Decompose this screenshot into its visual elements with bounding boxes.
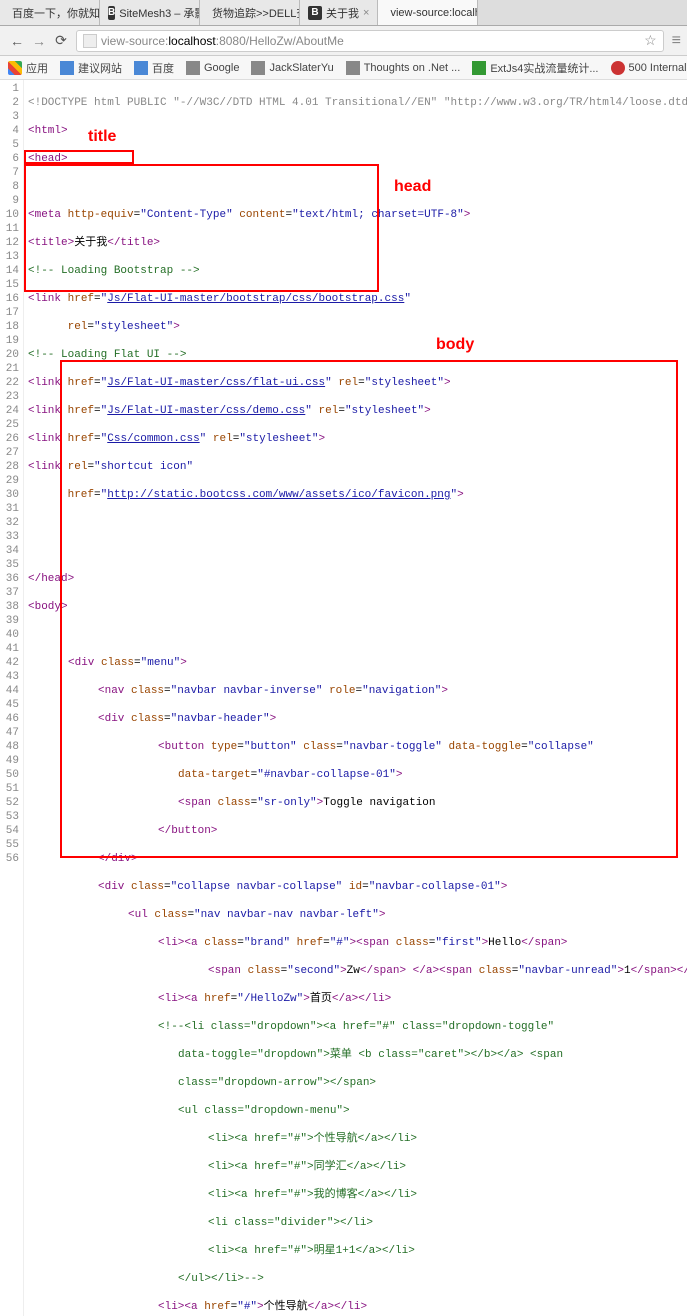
bm-item[interactable]: Thoughts on .Net ... xyxy=(346,61,461,75)
bm-item[interactable]: JackSlaterYu xyxy=(251,61,333,75)
tab-viewsource[interactable]: view-source:localhost:8× xyxy=(378,0,478,25)
favicon: B xyxy=(108,6,115,20)
reload-button[interactable]: ⟳ xyxy=(50,30,72,52)
tab-sitemesh[interactable]: BSiteMesh3 – 承影剑 - 博× xyxy=(100,0,200,25)
bm-item[interactable]: Google xyxy=(186,61,239,75)
url-input[interactable]: view-source:localhost:8080/HelloZw/About… xyxy=(76,30,664,52)
tab-close-icon[interactable]: × xyxy=(363,7,369,19)
site-icon xyxy=(251,61,265,75)
line-gutter: 12345678910 11121314151617181920 2122232… xyxy=(0,80,24,1316)
back-button[interactable]: ← xyxy=(6,30,28,52)
menu-icon[interactable]: ≡ xyxy=(672,32,681,50)
bm-item[interactable]: 建议网站 xyxy=(60,60,122,76)
tab-baidu[interactable]: 百度一下，你就知道× xyxy=(0,0,100,25)
site-icon xyxy=(134,61,148,75)
site-icon xyxy=(186,61,200,75)
apps-icon xyxy=(8,61,22,75)
address-bar: ← → ⟳ view-source:localhost:8080/HelloZw… xyxy=(0,26,687,56)
site-icon xyxy=(611,61,625,75)
source-view: 12345678910 11121314151617181920 2122232… xyxy=(0,80,687,1316)
bm-item[interactable]: 百度 xyxy=(134,60,174,76)
tab-dell[interactable]: 货物追踪>>DELL查询结果× xyxy=(200,0,300,25)
site-icon xyxy=(346,61,360,75)
source-code[interactable]: <!DOCTYPE html PUBLIC "-//W3C//DTD HTML … xyxy=(24,80,687,1316)
site-icon xyxy=(472,61,486,75)
favicon: B xyxy=(308,6,322,20)
bm-apps[interactable]: 应用 xyxy=(8,60,48,76)
forward-button[interactable]: → xyxy=(28,30,50,52)
bookmark-star-icon[interactable]: ☆ xyxy=(644,32,657,49)
bookmarks-bar: 应用 建议网站 百度 Google JackSlaterYu Thoughts … xyxy=(0,56,687,80)
bm-item[interactable]: 500 Internal Serve... xyxy=(611,61,687,75)
tab-aboutme[interactable]: B关于我× xyxy=(300,0,378,25)
bm-item[interactable]: ExtJs4实战流量统计... xyxy=(472,60,598,76)
folder-icon xyxy=(60,61,74,75)
page-icon xyxy=(83,34,97,48)
browser-tabs: 百度一下，你就知道× BSiteMesh3 – 承影剑 - 博× 货物追踪>>D… xyxy=(0,0,687,26)
